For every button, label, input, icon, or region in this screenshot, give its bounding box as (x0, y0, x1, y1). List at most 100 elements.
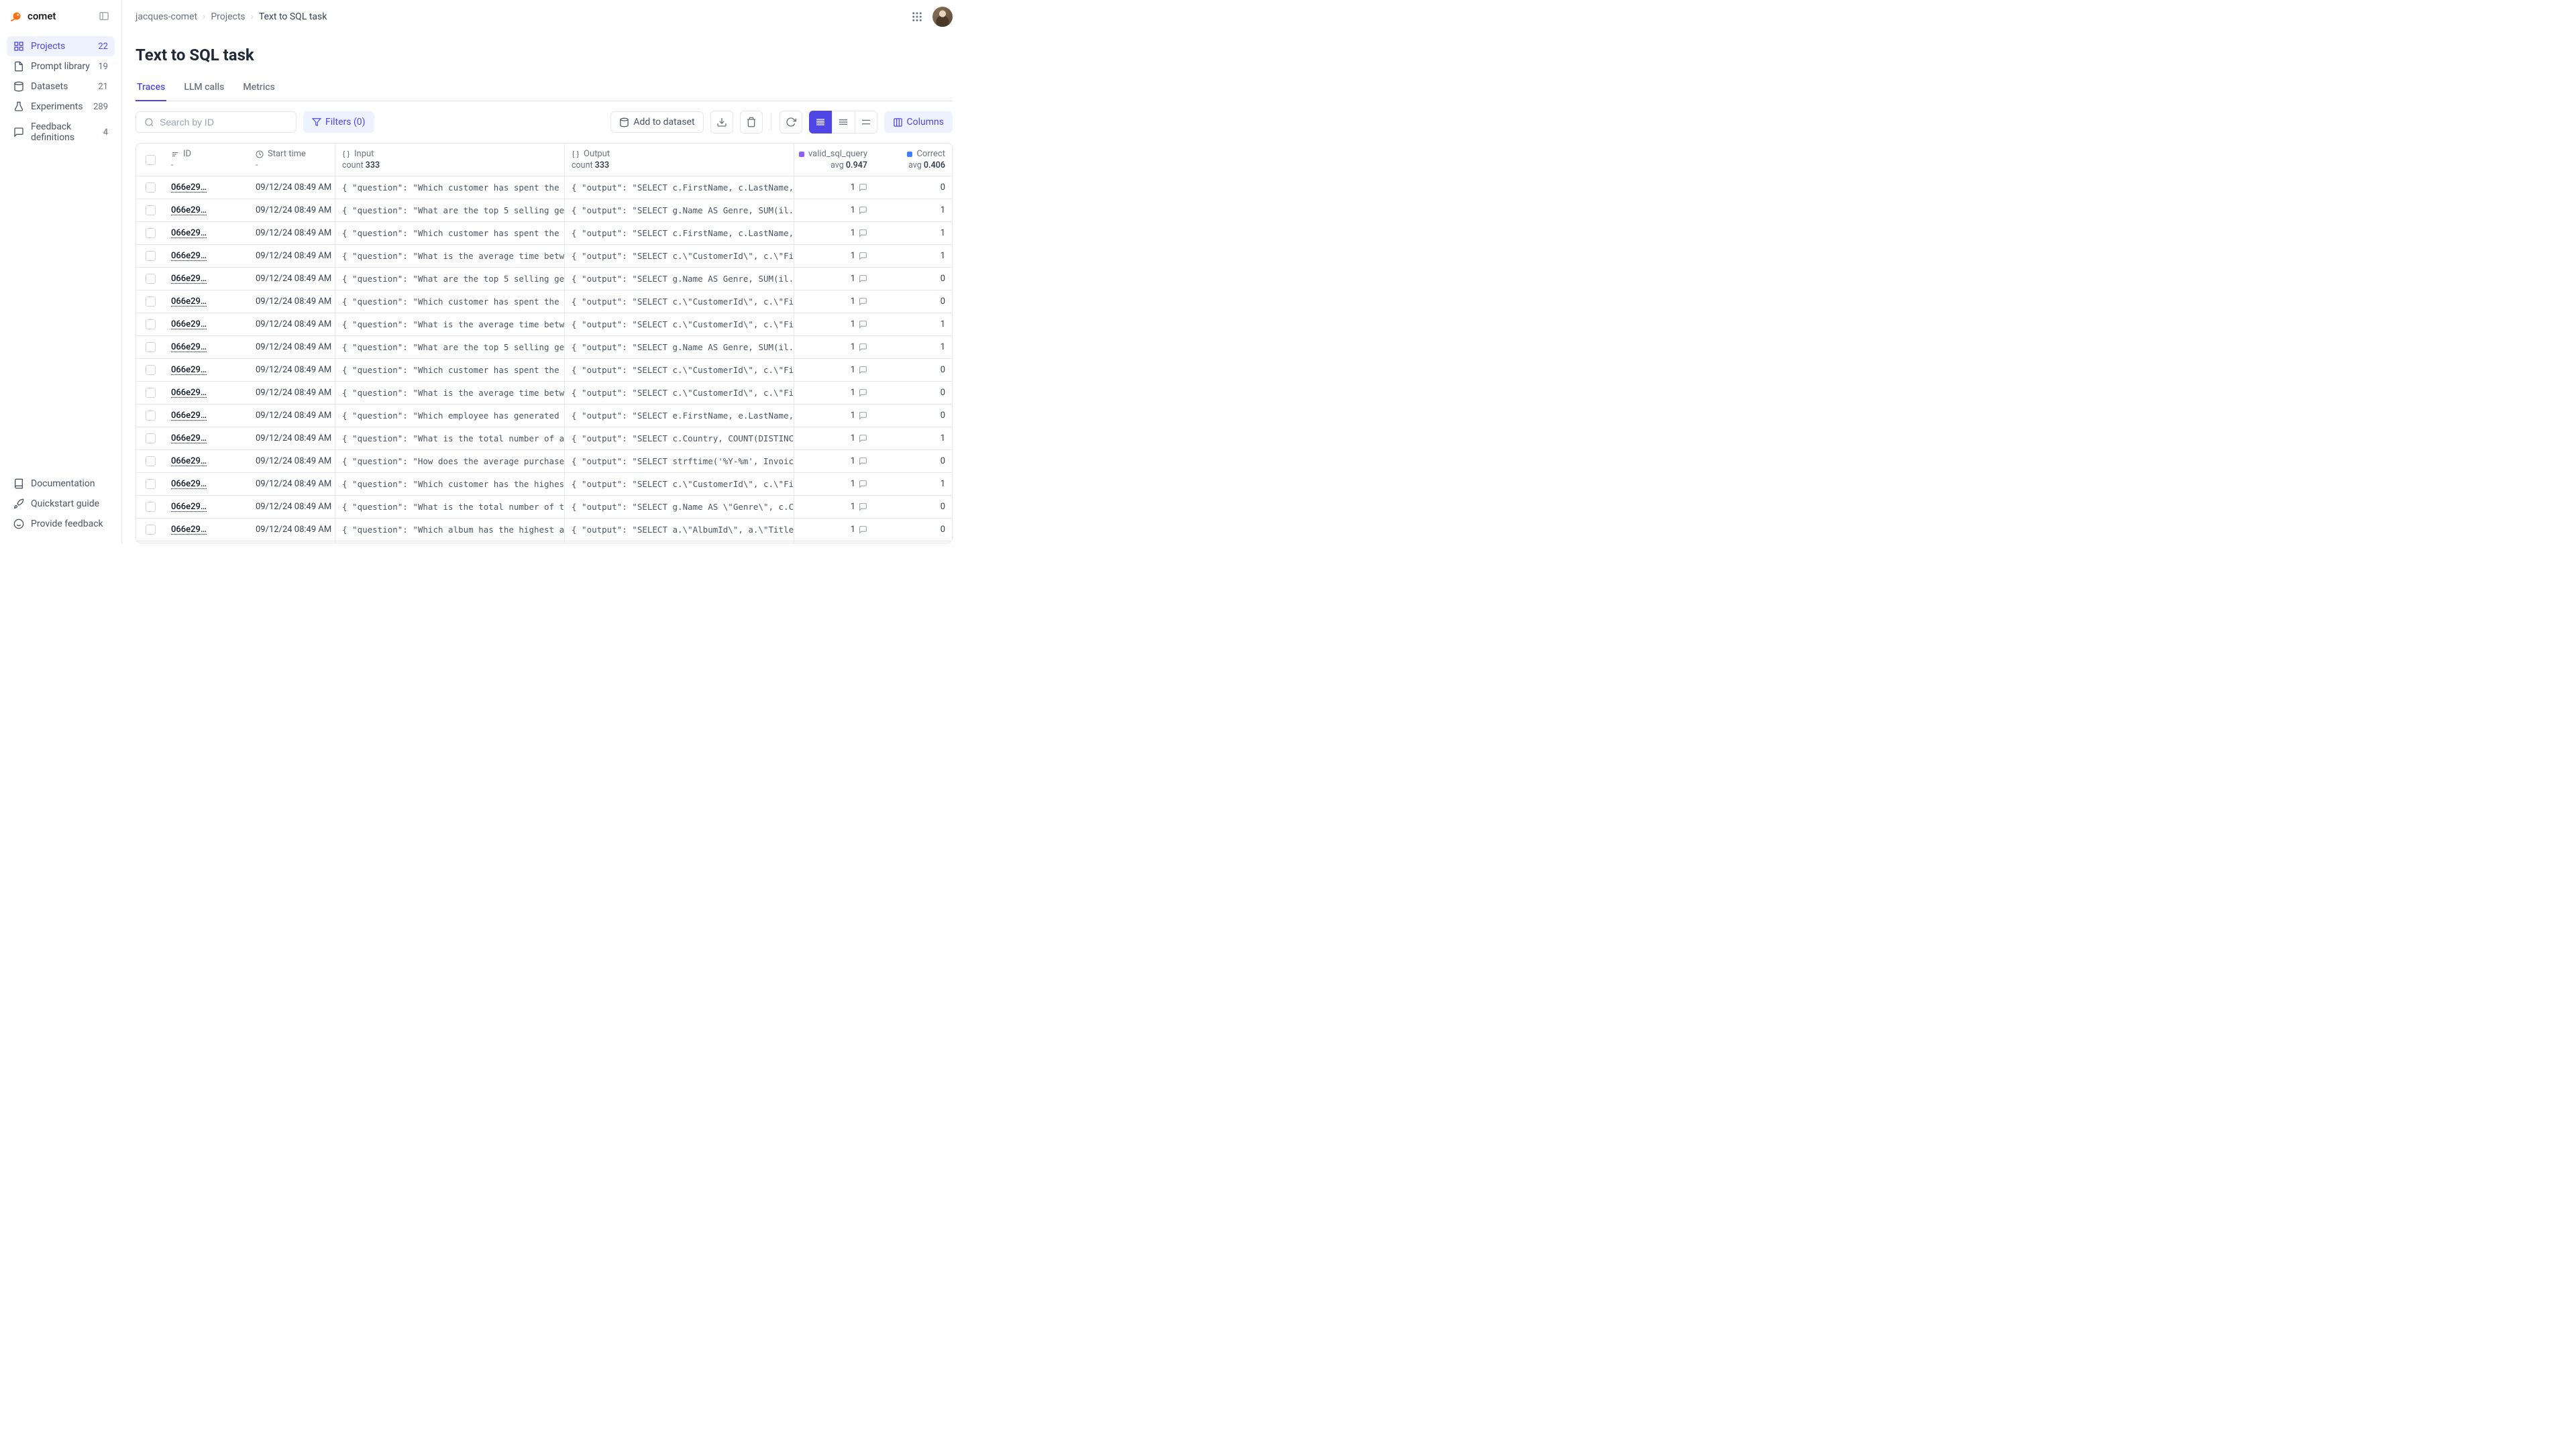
row-metric-correct: 0 (874, 382, 952, 404)
column-correct[interactable]: Correct avg 0.406 (874, 144, 952, 176)
select-all-checkbox[interactable] (146, 155, 156, 165)
row-output: { "output": "SELECT g.\"Name\" AS \"Genr… (564, 541, 794, 543)
column-input[interactable]: Input count 333 (335, 144, 564, 176)
table-row[interactable]: 066e29…09/12/24 08:49 AM{ "question": "W… (136, 245, 952, 268)
row-checkbox[interactable] (146, 433, 156, 443)
table-row[interactable]: 066e29…09/12/24 08:49 AM{ "question": "W… (136, 199, 952, 222)
row-id[interactable]: 066e29… (164, 199, 249, 221)
row-id[interactable]: 066e29… (164, 176, 249, 199)
table-row[interactable]: 066e29…09/12/24 08:49 AM{ "question": "W… (136, 496, 952, 519)
table-row[interactable]: 066e29…09/12/24 08:49 AM{ "question": "W… (136, 519, 952, 541)
row-id[interactable]: 066e29… (164, 541, 249, 543)
sidebar-item-prompt-library[interactable]: Prompt library 19 (7, 56, 115, 76)
row-input: { "question": "How does the popularity o… (335, 541, 564, 543)
row-id[interactable]: 066e29… (164, 290, 249, 313)
column-valid-sql-query[interactable]: valid_sql_query avg 0.947 (794, 144, 874, 176)
density-normal-button[interactable] (832, 111, 855, 133)
row-checkbox[interactable] (146, 251, 156, 261)
sidebar-item-feedback-definitions[interactable]: Feedback definitions 4 (7, 117, 115, 148)
row-checkbox[interactable] (146, 388, 156, 398)
column-start-time[interactable]: Start time - (249, 144, 335, 176)
sidebar-item-datasets[interactable]: Datasets 21 (7, 76, 115, 97)
sidebar-item-documentation[interactable]: Documentation (7, 474, 115, 494)
column-id[interactable]: ID - (164, 144, 249, 176)
delete-button[interactable] (740, 111, 763, 133)
row-id[interactable]: 066e29… (164, 427, 249, 449)
row-checkbox[interactable] (146, 228, 156, 238)
row-checkbox[interactable] (146, 365, 156, 375)
row-id[interactable]: 066e29… (164, 519, 249, 541)
breadcrumb-projects[interactable]: Projects (211, 11, 245, 22)
table-row[interactable]: 066e29…09/12/24 08:49 AM{ "question": "W… (136, 336, 952, 359)
columns-button[interactable]: Columns (884, 111, 953, 133)
row-checkbox-cell (136, 176, 164, 199)
search-input-wrapper[interactable] (136, 111, 297, 133)
row-checkbox[interactable] (146, 411, 156, 421)
refresh-button[interactable] (780, 111, 802, 133)
tab-llm-calls[interactable]: LLM calls (182, 75, 225, 101)
user-avatar[interactable] (932, 7, 953, 27)
logo[interactable]: comet (9, 9, 56, 23)
row-checkbox[interactable] (146, 182, 156, 193)
row-id[interactable]: 066e29… (164, 382, 249, 404)
table-row[interactable]: 066e29…09/12/24 08:49 AM{ "question": "W… (136, 359, 952, 382)
row-id[interactable]: 066e29… (164, 450, 249, 472)
row-output: { "output": "SELECT c.FirstName, c.LastN… (564, 222, 794, 244)
row-checkbox[interactable] (146, 319, 156, 329)
row-metric-correct: 1 (874, 245, 952, 267)
comment-icon (859, 366, 867, 374)
table-row[interactable]: 066e29…09/12/24 08:49 AM{ "question": "W… (136, 382, 952, 405)
sidebar-collapse-button[interactable] (96, 8, 112, 24)
table-row[interactable]: 066e29…09/12/24 08:49 AM{ "question": "W… (136, 176, 952, 199)
main: jacques-comet › Projects › Text to SQL t… (122, 0, 966, 543)
tab-metrics[interactable]: Metrics (241, 75, 276, 101)
download-button[interactable] (710, 111, 733, 133)
table-row[interactable]: 066e29…09/12/24 08:49 AM{ "question": "W… (136, 313, 952, 336)
row-id[interactable]: 066e29… (164, 496, 249, 518)
table-row[interactable]: 066e29…09/12/24 08:49 AM{ "question": "W… (136, 290, 952, 313)
row-checkbox[interactable] (146, 205, 156, 215)
row-checkbox[interactable] (146, 297, 156, 307)
sidebar-item-projects[interactable]: Projects 22 (7, 36, 115, 56)
row-output: { "output": "SELECT c.\"CustomerId\", c.… (564, 290, 794, 313)
message-icon (13, 127, 24, 138)
table-row[interactable]: 066e29…09/12/24 08:49 AM{ "question": "W… (136, 222, 952, 245)
add-to-dataset-button[interactable]: Add to dataset (610, 111, 703, 133)
table-row[interactable]: 066e29…09/12/24 08:49 AM{ "question": "W… (136, 268, 952, 290)
row-id[interactable]: 066e29… (164, 405, 249, 427)
row-checkbox[interactable] (146, 274, 156, 284)
row-checkbox-cell (136, 359, 164, 381)
table-row[interactable]: 066e29…09/12/24 08:49 AM{ "question": "H… (136, 450, 952, 473)
sidebar-item-provide-feedback[interactable]: Provide feedback (7, 514, 115, 534)
density-relaxed-button[interactable] (855, 111, 877, 133)
sidebar-item-experiments[interactable]: Experiments 289 (7, 97, 115, 117)
row-id[interactable]: 066e29… (164, 359, 249, 381)
row-checkbox[interactable] (146, 342, 156, 352)
density-compact-button[interactable] (809, 111, 832, 133)
filters-label: Filters (0) (325, 117, 366, 127)
table-row[interactable]: 066e29…09/12/24 08:49 AM{ "question": "W… (136, 405, 952, 427)
sidebar-item-quickstart[interactable]: Quickstart guide (7, 494, 115, 514)
search-input[interactable] (160, 117, 288, 127)
column-output[interactable]: Output count 333 (564, 144, 794, 176)
row-id[interactable]: 066e29… (164, 222, 249, 244)
row-id[interactable]: 066e29… (164, 473, 249, 495)
row-checkbox[interactable] (146, 456, 156, 466)
tab-traces[interactable]: Traces (136, 75, 166, 101)
row-id[interactable]: 066e29… (164, 245, 249, 267)
filters-button[interactable]: Filters (0) (303, 111, 374, 133)
row-checkbox[interactable] (146, 502, 156, 512)
breadcrumb-workspace[interactable]: jacques-comet (136, 11, 197, 22)
row-start-time: 09/12/24 08:49 AM (249, 359, 335, 381)
table-row[interactable]: 066e29…09/12/24 08:49 AM{ "question": "H… (136, 541, 952, 543)
row-metric-valid-sql: 1 (794, 290, 874, 313)
table-row[interactable]: 066e29…09/12/24 08:49 AM{ "question": "W… (136, 473, 952, 496)
row-checkbox[interactable] (146, 525, 156, 535)
row-id[interactable]: 066e29… (164, 268, 249, 290)
row-checkbox[interactable] (146, 479, 156, 489)
row-input: { "question": "What are the top 5 sellin… (335, 199, 564, 221)
apps-grid-icon[interactable] (911, 11, 923, 23)
row-id[interactable]: 066e29… (164, 313, 249, 335)
table-row[interactable]: 066e29…09/12/24 08:49 AM{ "question": "W… (136, 427, 952, 450)
row-id[interactable]: 066e29… (164, 336, 249, 358)
